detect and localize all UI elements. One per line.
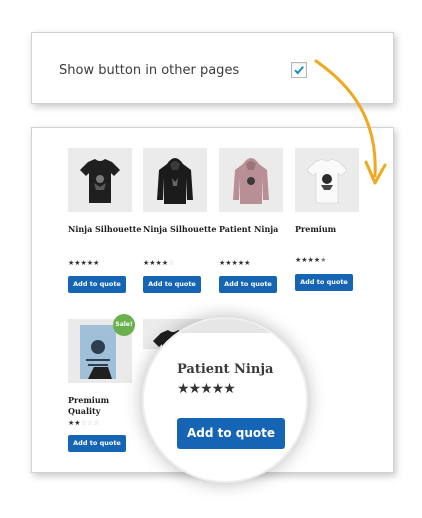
magnified-rating: ★★★★★ [177,381,236,397]
product-image [168,319,306,333]
magnified-add-to-quote-button[interactable]: Add to quote [177,418,285,449]
magnified-product-name[interactable]: Patient Ninja [177,362,273,377]
zoom-magnifier: Patient Ninja ★★★★★ Add to quote [142,317,308,483]
